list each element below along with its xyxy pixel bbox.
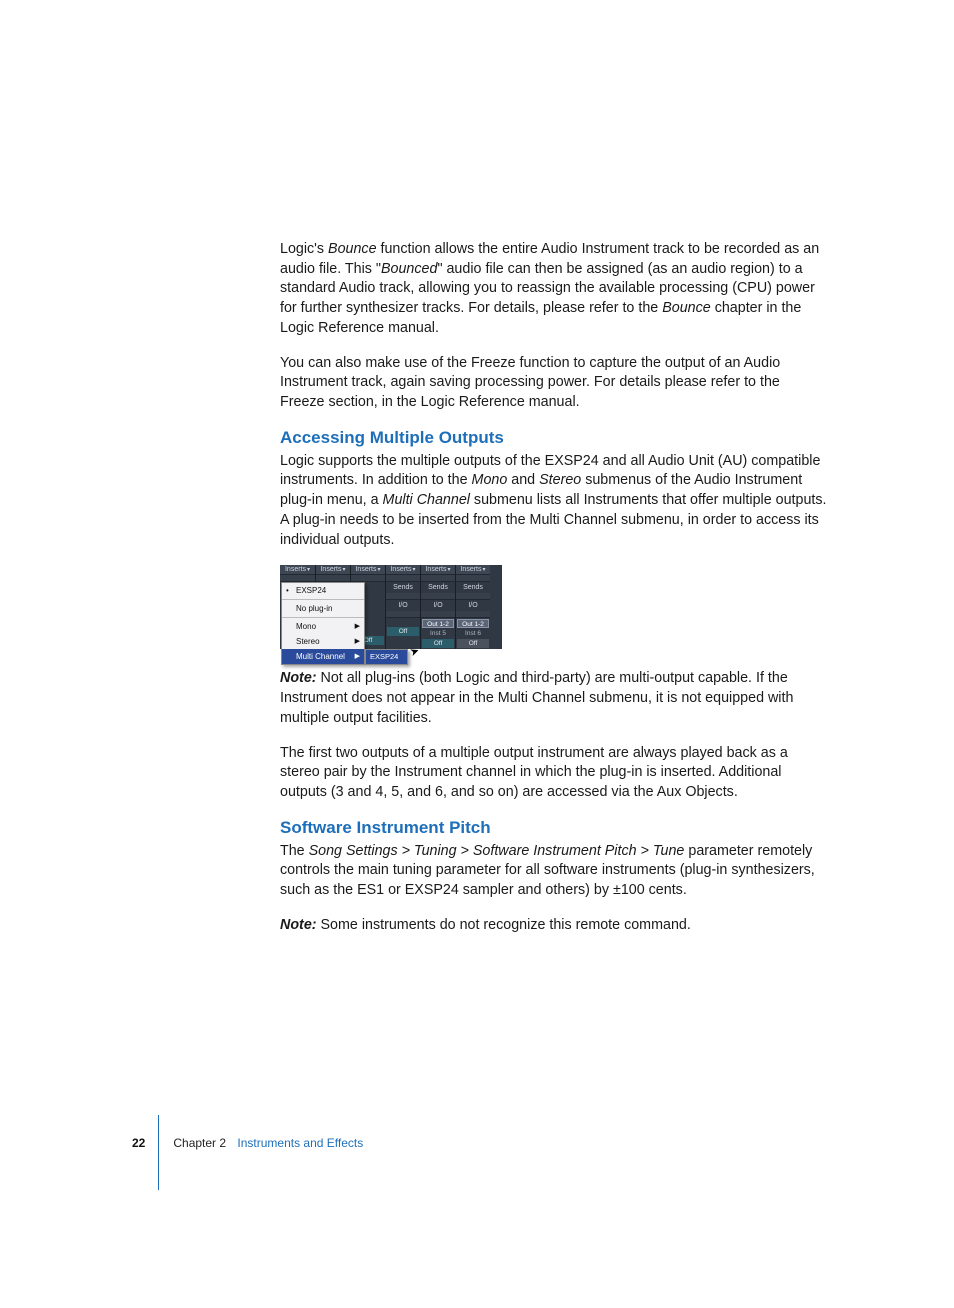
paragraph-bounce: Logic's Bounce function allows the entir… bbox=[280, 240, 828, 339]
submenu-arrow-icon: ▶ bbox=[355, 621, 360, 632]
chapter-label: Chapter 2 bbox=[173, 1136, 226, 1150]
menu-separator bbox=[282, 617, 364, 618]
inserts-header[interactable]: Inserts▾ bbox=[351, 565, 385, 575]
channel-strip: Inserts▾ Sends I/O Off bbox=[385, 565, 420, 649]
paragraph-tune: The Song Settings > Tuning > Software In… bbox=[280, 842, 828, 901]
note-remote-command: Note: Some instruments do not recognize … bbox=[280, 916, 828, 936]
sends-label: Sends bbox=[456, 582, 490, 593]
dropdown-icon: ▾ bbox=[413, 567, 416, 573]
dropdown-icon: ▾ bbox=[448, 567, 451, 573]
paragraph-stereo-pair: The first two outputs of a multiple outp… bbox=[280, 744, 828, 803]
off-button[interactable]: Off bbox=[422, 639, 454, 648]
insert-slot[interactable] bbox=[316, 575, 350, 582]
menu-item-mono[interactable]: Mono▶ bbox=[282, 619, 364, 634]
instrument-label: Inst 6 bbox=[456, 629, 490, 638]
inserts-header[interactable]: Inserts▾ bbox=[280, 565, 315, 575]
insert-slot[interactable] bbox=[280, 575, 315, 582]
dropdown-icon: ▾ bbox=[343, 567, 346, 573]
io-label: I/O bbox=[421, 600, 455, 611]
menu-item-no-plugin[interactable]: No plug-in bbox=[282, 601, 364, 616]
send-slot[interactable] bbox=[421, 593, 455, 600]
paragraph-freeze: You can also make use of the Freeze func… bbox=[280, 354, 828, 413]
io-slot[interactable] bbox=[386, 611, 420, 618]
dropdown-icon: ▾ bbox=[483, 567, 486, 573]
menu-item-stereo[interactable]: Stereo▶ bbox=[282, 634, 364, 649]
instrument-label: Inst 5 bbox=[421, 629, 455, 638]
heading-accessing-multiple-outputs: Accessing Multiple Outputs bbox=[280, 428, 828, 448]
io-label: I/O bbox=[386, 600, 420, 611]
inserts-header[interactable]: Inserts▾ bbox=[456, 565, 490, 575]
insert-slot[interactable] bbox=[351, 575, 385, 582]
page-footer: 22 Chapter 2 Instruments and Effects bbox=[132, 1136, 363, 1150]
output-button[interactable]: Out 1-2 bbox=[422, 619, 454, 628]
figure-mixer-screenshot: Inserts▾ Off Inserts▾ Off Inserts▾ Off I… bbox=[280, 565, 502, 649]
send-slot[interactable] bbox=[386, 593, 420, 600]
inserts-header[interactable]: Inserts▾ bbox=[421, 565, 455, 575]
menu-separator bbox=[282, 599, 364, 600]
off-button[interactable]: Off bbox=[457, 639, 489, 648]
menu-item-exsp24[interactable]: EXSP24 bbox=[282, 583, 364, 598]
submenu-multi-channel: EXSP24 bbox=[365, 649, 408, 665]
chapter-title: Instruments and Effects bbox=[237, 1136, 363, 1150]
note-multi-output: Note: Not all plug-ins (both Logic and t… bbox=[280, 669, 828, 728]
submenu-arrow-icon: ▶ bbox=[355, 636, 360, 647]
io-slot[interactable] bbox=[456, 611, 490, 618]
menu-item-multi-channel[interactable]: Multi Channel▶ EXSP24 bbox=[282, 649, 364, 664]
channel-strip: Inserts▾ Sends I/O Out 1-2 Inst 5 Off bbox=[420, 565, 455, 649]
send-slot[interactable] bbox=[456, 593, 490, 600]
page-number: 22 bbox=[132, 1136, 145, 1150]
inserts-header[interactable]: Inserts▾ bbox=[316, 565, 350, 575]
insert-slot[interactable] bbox=[456, 575, 490, 582]
submenu-arrow-icon: ▶ bbox=[355, 651, 360, 662]
sends-label: Sends bbox=[421, 582, 455, 593]
dropdown-icon: ▾ bbox=[307, 567, 310, 573]
heading-software-instrument-pitch: Software Instrument Pitch bbox=[280, 818, 828, 838]
dropdown-icon: ▾ bbox=[378, 567, 381, 573]
channel-strip: Inserts▾ Sends I/O Out 1-2 Inst 6 Off bbox=[455, 565, 490, 649]
io-label: I/O bbox=[456, 600, 490, 611]
insert-slot[interactable] bbox=[421, 575, 455, 582]
paragraph-multi-outputs: Logic supports the multiple outputs of t… bbox=[280, 452, 828, 551]
footer-rule bbox=[158, 1115, 159, 1190]
submenu-item-exsp24[interactable]: EXSP24 bbox=[366, 650, 407, 664]
output-button[interactable]: Out 1-2 bbox=[457, 619, 489, 628]
io-slot[interactable] bbox=[421, 611, 455, 618]
off-button[interactable]: Off bbox=[387, 627, 419, 636]
page-content: Logic's Bounce function allows the entir… bbox=[280, 240, 828, 951]
plugin-context-menu: EXSP24 No plug-in Mono▶ Stereo▶ Multi Ch… bbox=[281, 582, 365, 665]
sends-label: Sends bbox=[386, 582, 420, 593]
insert-slot[interactable] bbox=[386, 575, 420, 582]
inserts-header[interactable]: Inserts▾ bbox=[386, 565, 420, 575]
